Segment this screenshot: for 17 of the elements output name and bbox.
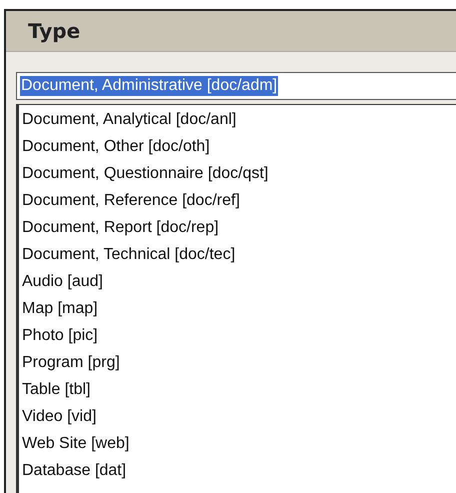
list-item[interactable]: Photo [pic] (19, 322, 456, 349)
list-item[interactable]: Table [tbl] (19, 376, 456, 403)
list-item[interactable]: Video [vid] (19, 403, 456, 430)
list-item[interactable]: Document, Report [doc/rep] (19, 214, 456, 241)
list-item[interactable]: Program [prg] (19, 349, 456, 376)
list-item[interactable]: Audio [aud] (19, 268, 456, 295)
list-item[interactable]: Database [dat] (19, 457, 456, 484)
list-item[interactable]: Web Site [web] (19, 430, 456, 457)
list-item[interactable]: Document, Technical [doc/tec] (19, 241, 456, 268)
list-item[interactable]: Document, Reference [doc/ref] (19, 187, 456, 214)
list-item[interactable]: Document, Other [doc/oth] (19, 133, 456, 160)
list-item[interactable]: Document, Questionnaire [doc/qst] (19, 160, 456, 187)
list-item[interactable]: Document, Analytical [doc/anl] (19, 106, 456, 133)
field-value: Document, Administrative [doc/adm] (20, 76, 278, 96)
type-header: Type (6, 11, 456, 52)
input-field[interactable]: Document, Administrative [doc/adm] (16, 72, 456, 100)
list-item[interactable]: Map [map] (19, 295, 456, 322)
